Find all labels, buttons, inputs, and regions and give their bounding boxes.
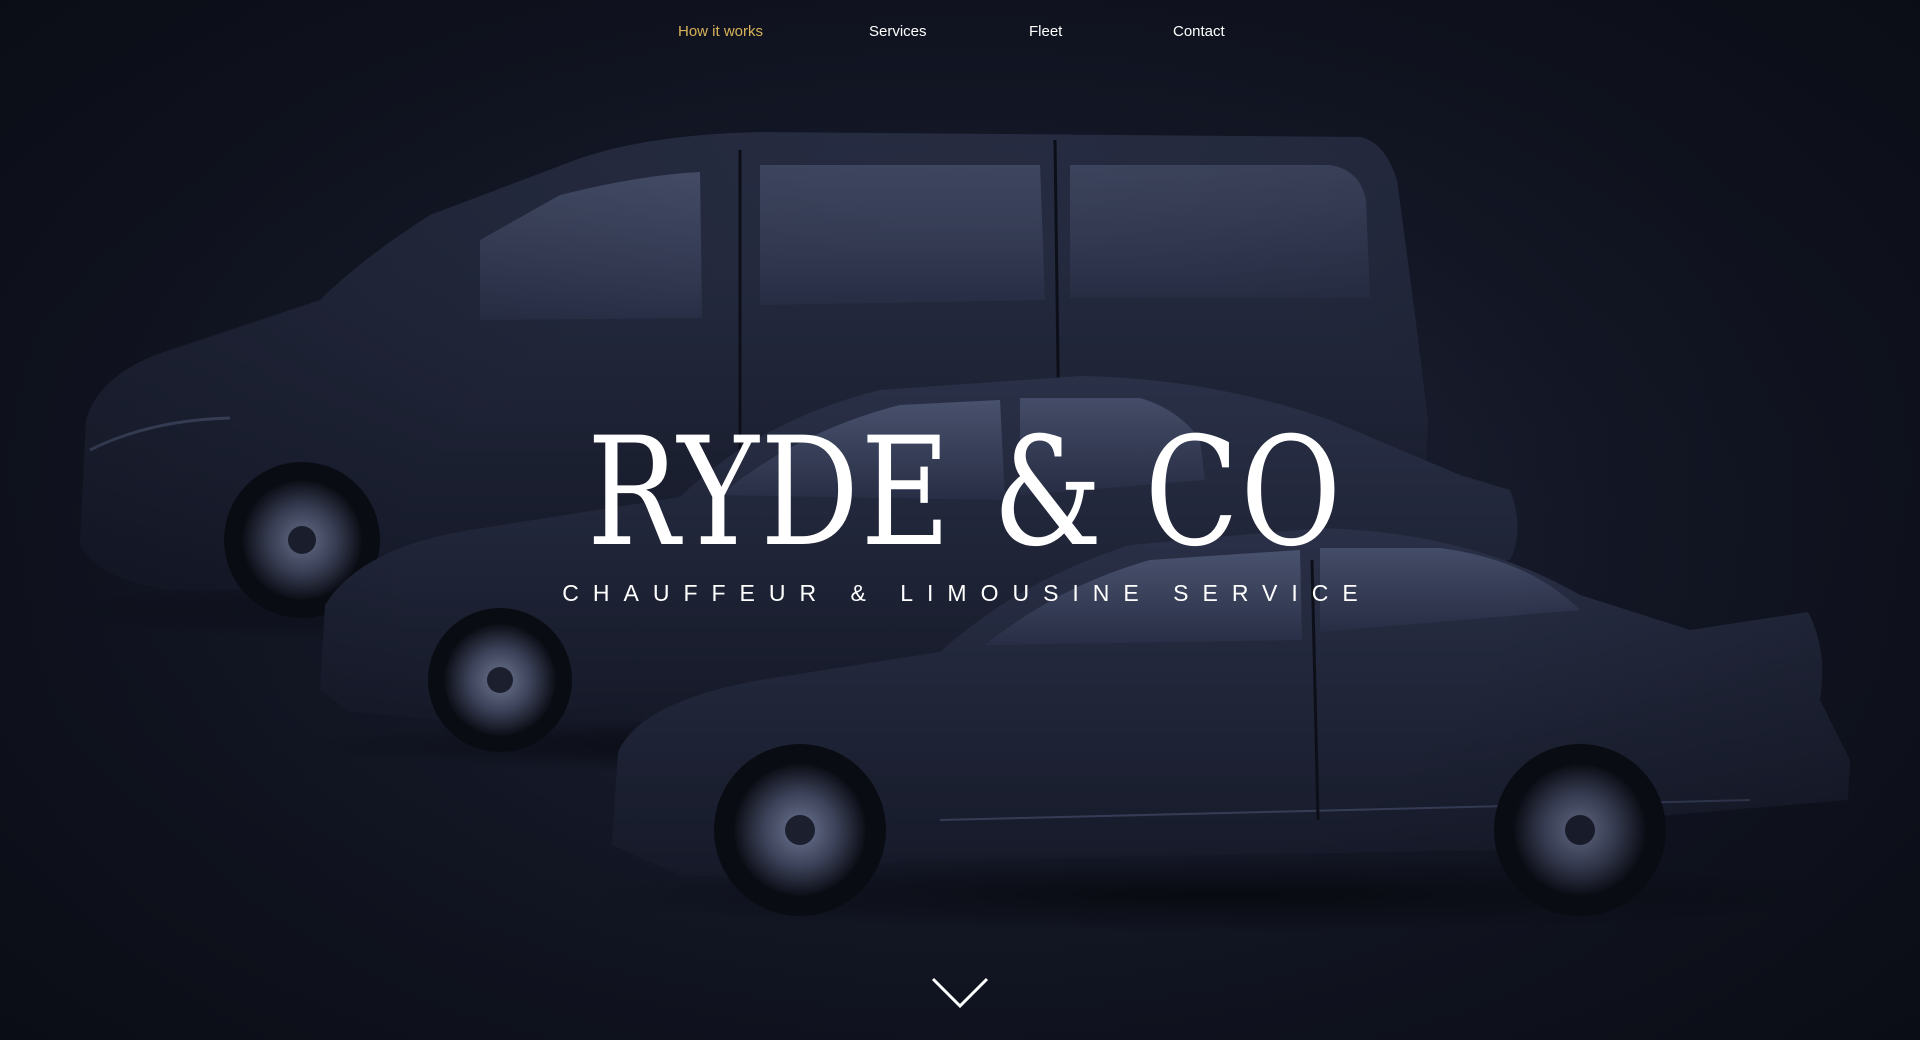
- scroll-down-button[interactable]: [930, 976, 990, 1010]
- chevron-down-icon: [931, 977, 989, 1009]
- brand-title: RYDE & CO: [587, 406, 1343, 580]
- nav-link-fleet[interactable]: Fleet: [1029, 23, 1062, 40]
- brand-block: RYDE & CO CHAUFFEUR & LIMOUSINE SERVICE: [0, 418, 1920, 607]
- nav-link-services[interactable]: Services: [869, 23, 927, 40]
- hero-section: How it works Services Fleet Contact RYDE…: [0, 0, 1920, 1040]
- nav-link-how-it-works[interactable]: How it works: [678, 23, 763, 40]
- main-nav: How it works Services Fleet Contact: [0, 0, 1920, 66]
- brand-subtitle: CHAUFFEUR & LIMOUSINE SERVICE: [562, 580, 1372, 606]
- nav-link-contact[interactable]: Contact: [1173, 23, 1225, 40]
